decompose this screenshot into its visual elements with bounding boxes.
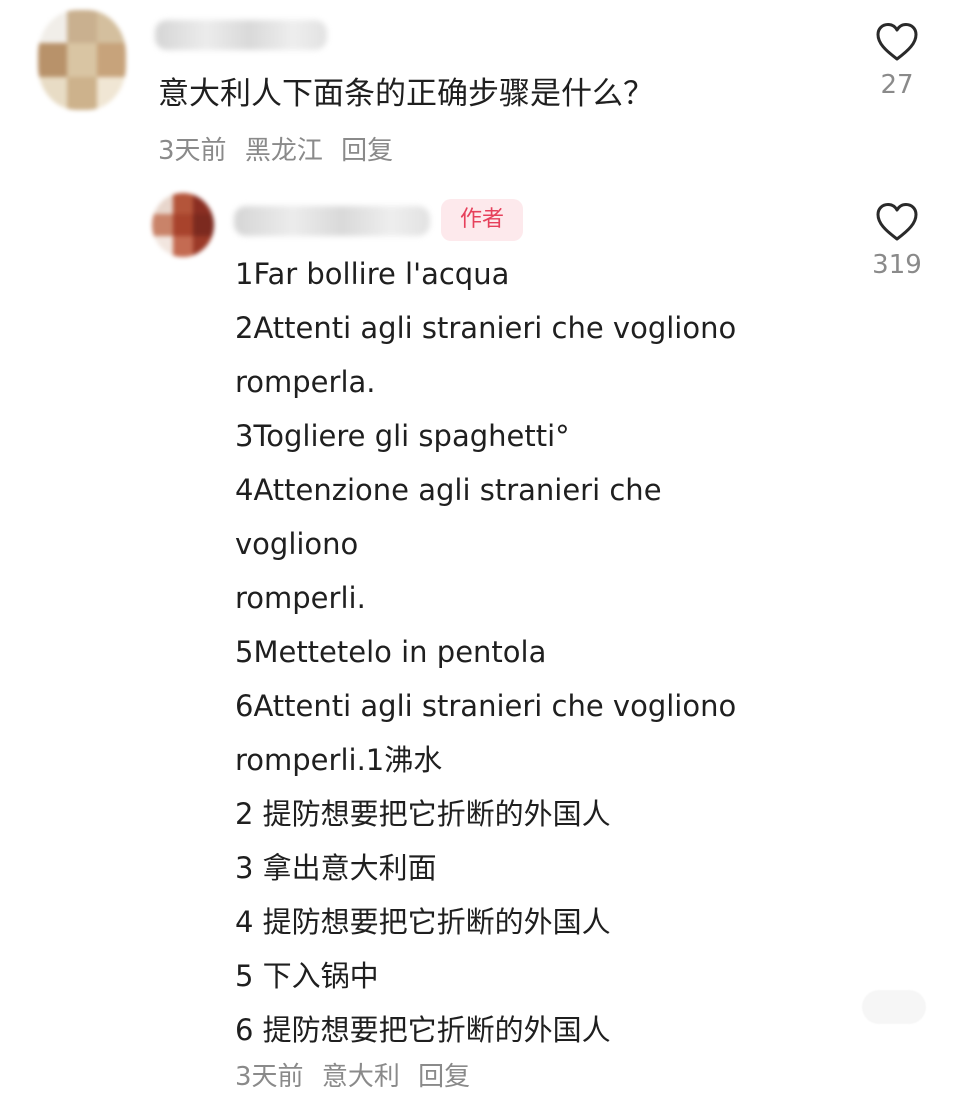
like-count: 319: [872, 250, 922, 280]
like-group: 319: [857, 202, 937, 282]
reply-meta: 3天前 意大利 回复: [235, 1060, 470, 1094]
comment-location: 黑龙江: [244, 136, 323, 166]
reply-line: 2 提防想要把它折断的外国人: [235, 797, 611, 831]
avatar[interactable]: [38, 10, 126, 110]
watermark: [862, 990, 926, 1024]
comment-time: 3天前: [158, 136, 227, 166]
reply-button[interactable]: 回复: [418, 1062, 470, 1092]
username-blurred[interactable]: [234, 206, 430, 236]
heart-outline-icon[interactable]: [875, 22, 919, 62]
reply-line: 6 提防想要把它折断的外国人: [235, 1013, 611, 1047]
reply-line: 3 拿出意大利面: [235, 851, 437, 885]
reply-line: 1Far bollire l'acqua: [235, 257, 510, 291]
heart-outline-icon[interactable]: [875, 202, 919, 242]
like-group: 27: [857, 22, 937, 102]
reply-line: vogliono: [235, 527, 359, 561]
comment-text: 意大利人下面条的正确步骤是什么？: [158, 76, 654, 112]
reply-line: romperla.: [235, 365, 376, 399]
reply-time: 3天前: [235, 1062, 304, 1092]
reply-text: 1Far bollire l'acqua 2Attenti agli stran…: [235, 247, 736, 1057]
reply-line: 2Attenti agli stranieri che vogliono: [235, 311, 737, 345]
reply-line: 4Attenzione agli stranieri che: [235, 473, 662, 507]
comment-meta: 3天前 黑龙江 回复: [158, 134, 393, 168]
avatar[interactable]: [152, 193, 214, 257]
reply-line: 5Mettetelo in pentola: [235, 635, 547, 669]
like-count: 27: [880, 70, 914, 100]
author-badge: 作者: [441, 199, 523, 241]
reply-line: romperli.1沸水: [235, 743, 443, 777]
reply-location: 意大利: [321, 1062, 400, 1092]
reply-line: 6Attenti agli stranieri che vogliono: [235, 689, 737, 723]
reply-line: romperli.: [235, 581, 366, 615]
reply-line: 5 下入锅中: [235, 959, 379, 993]
username-blurred[interactable]: [155, 20, 327, 50]
reply-button[interactable]: 回复: [341, 136, 393, 166]
reply-line: 3Togliere gli spaghetti°: [235, 419, 570, 453]
reply-line: 4 提防想要把它折断的外国人: [235, 905, 611, 939]
